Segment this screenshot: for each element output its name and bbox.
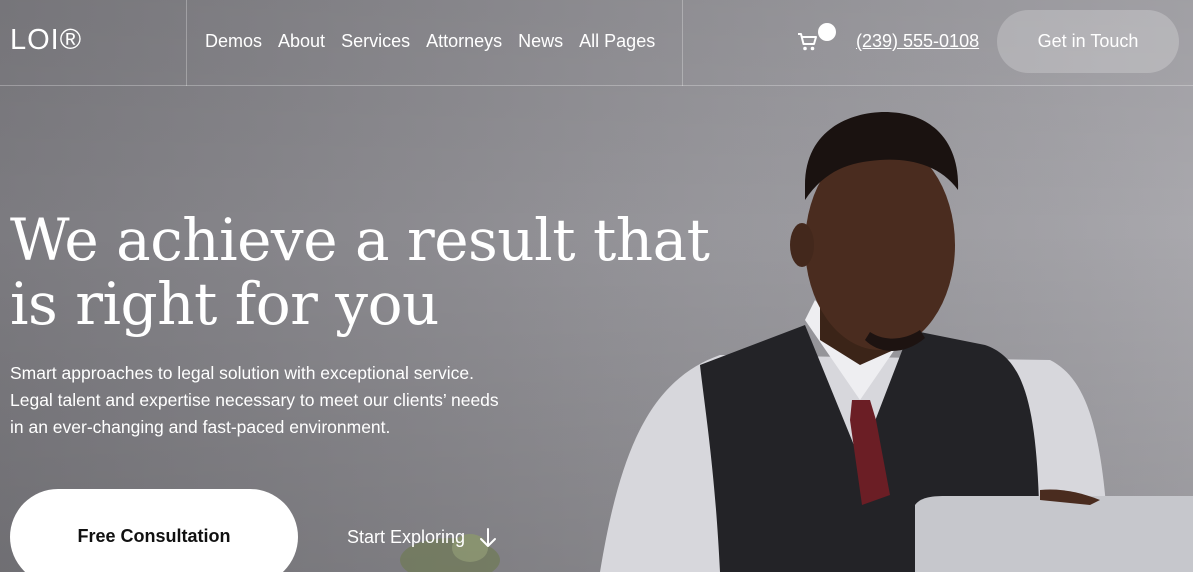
cart-badge [818, 23, 836, 41]
arrow-down-icon [480, 527, 497, 547]
header-divider [186, 0, 187, 86]
cart-icon[interactable] [797, 32, 819, 52]
site-header: LOI® Demos About Services Attorneys News… [0, 0, 1193, 86]
nav-item-all-pages[interactable]: All Pages [579, 31, 655, 52]
phone-link[interactable]: (239) 555-0108 [856, 31, 979, 52]
get-in-touch-button[interactable]: Get in Touch [997, 10, 1179, 73]
main-nav: Demos About Services Attorneys News All … [205, 31, 655, 52]
logo[interactable]: LOI® [10, 24, 82, 57]
nav-item-services[interactable]: Services [341, 31, 410, 52]
header-divider [682, 0, 683, 86]
free-consultation-button[interactable]: Free Consultation [10, 489, 298, 572]
hero-headline: We achieve a result that is right for yo… [10, 206, 710, 338]
hero-subtext: Smart approaches to legal solution with … [10, 363, 499, 437]
nav-item-about[interactable]: About [278, 31, 325, 52]
start-exploring-link[interactable]: Start Exploring [347, 527, 497, 548]
nav-item-attorneys[interactable]: Attorneys [426, 31, 502, 52]
nav-item-demos[interactable]: Demos [205, 31, 262, 52]
start-exploring-label: Start Exploring [347, 527, 466, 547]
nav-item-news[interactable]: News [518, 31, 563, 52]
